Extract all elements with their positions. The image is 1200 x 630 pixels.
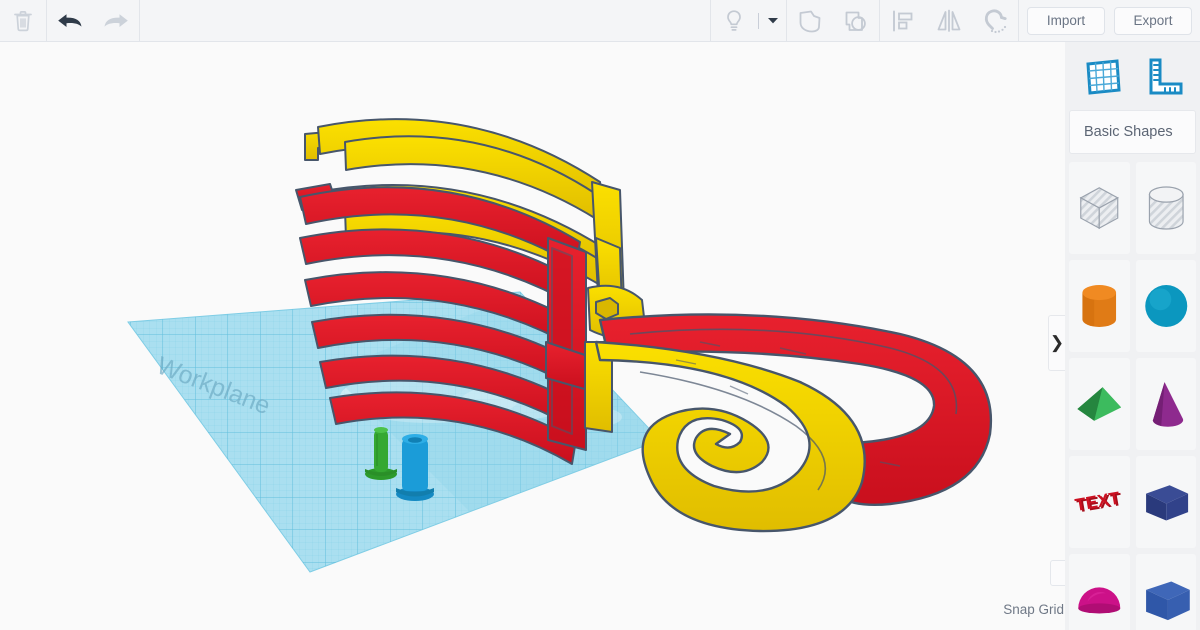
lightbulb-divider xyxy=(758,12,759,29)
mirror-button[interactable] xyxy=(926,0,972,42)
trash-icon xyxy=(14,10,32,31)
hole-cylinder-icon xyxy=(1148,186,1184,230)
magnet-icon xyxy=(984,8,1007,33)
workplane-grid-icon xyxy=(1086,59,1121,95)
ungroup-shapes-icon xyxy=(845,11,866,31)
import-export-group: Import Export xyxy=(1019,0,1200,41)
cone-icon xyxy=(1152,382,1183,427)
align-button[interactable] xyxy=(880,0,926,42)
sphere-icon xyxy=(1144,284,1187,328)
shape-pyramid[interactable] xyxy=(1069,358,1130,450)
hole-box-icon xyxy=(1079,187,1119,230)
lightbulb-dropdown[interactable] xyxy=(760,0,786,42)
pyramid-icon xyxy=(1077,387,1122,421)
lightbulb-button[interactable] xyxy=(711,0,757,42)
mirror-flip-icon xyxy=(937,9,961,32)
ungroup-button[interactable] xyxy=(833,0,879,42)
shape-grid: TEXT TEXT xyxy=(1065,162,1200,630)
group-shapes-icon xyxy=(799,10,821,32)
top-toolbar: Import Export xyxy=(0,0,1200,42)
snap-grid-label: Snap Grid xyxy=(1003,601,1064,617)
delete-button[interactable] xyxy=(0,0,46,42)
ruler-icon xyxy=(1149,58,1183,95)
cad-editor-window: Import Export Workplane Snap Grid ❯ Basi… xyxy=(0,0,1200,630)
undo-arrow-icon xyxy=(58,13,82,27)
shape-half-sphere[interactable] xyxy=(1069,554,1130,630)
workplane-tool-button[interactable] xyxy=(1078,52,1126,100)
svg-text:TEXT: TEXT xyxy=(1074,488,1122,516)
shape-cylinder[interactable] xyxy=(1069,260,1130,352)
caret-down-icon xyxy=(768,18,778,24)
panel-tools-row xyxy=(1065,42,1200,110)
viewport-canvas[interactable]: Workplane xyxy=(0,42,1065,630)
redo-arrow-icon xyxy=(104,13,128,27)
3d-scene: Workplane xyxy=(127,118,993,573)
redo-button[interactable] xyxy=(93,0,139,42)
box-icon xyxy=(1145,485,1188,521)
text-shape-icon: TEXT TEXT xyxy=(1074,488,1124,517)
shapes-panel: Basic Shapes TEXT TEXT xyxy=(1065,42,1200,630)
shape-box-hole[interactable] xyxy=(1069,162,1130,254)
shape-cone[interactable] xyxy=(1135,358,1196,450)
shape-box[interactable] xyxy=(1135,456,1196,548)
align-icon xyxy=(893,10,913,31)
snap-magnet-button[interactable] xyxy=(972,0,1018,42)
shapes-category-dropdown[interactable]: Basic Shapes xyxy=(1069,110,1196,154)
shape-text[interactable]: TEXT TEXT xyxy=(1069,456,1130,548)
panel-collapse-button[interactable]: ❯ xyxy=(1048,315,1065,371)
box-blue-icon xyxy=(1145,581,1190,621)
lightbulb-icon xyxy=(727,9,741,31)
cylinder-icon xyxy=(1082,284,1117,328)
shape-box-blue[interactable] xyxy=(1135,554,1196,630)
undo-button[interactable] xyxy=(47,0,93,42)
export-button[interactable]: Export xyxy=(1114,6,1192,35)
ruler-tool-button[interactable] xyxy=(1139,52,1187,100)
group-button[interactable] xyxy=(787,0,833,42)
object-tools-group xyxy=(710,0,1019,42)
shape-cylinder-hole[interactable] xyxy=(1135,162,1196,254)
half-sphere-icon xyxy=(1078,587,1121,614)
history-tools-group xyxy=(0,0,140,42)
import-button[interactable]: Import xyxy=(1027,6,1105,35)
shape-sphere[interactable] xyxy=(1135,260,1196,352)
